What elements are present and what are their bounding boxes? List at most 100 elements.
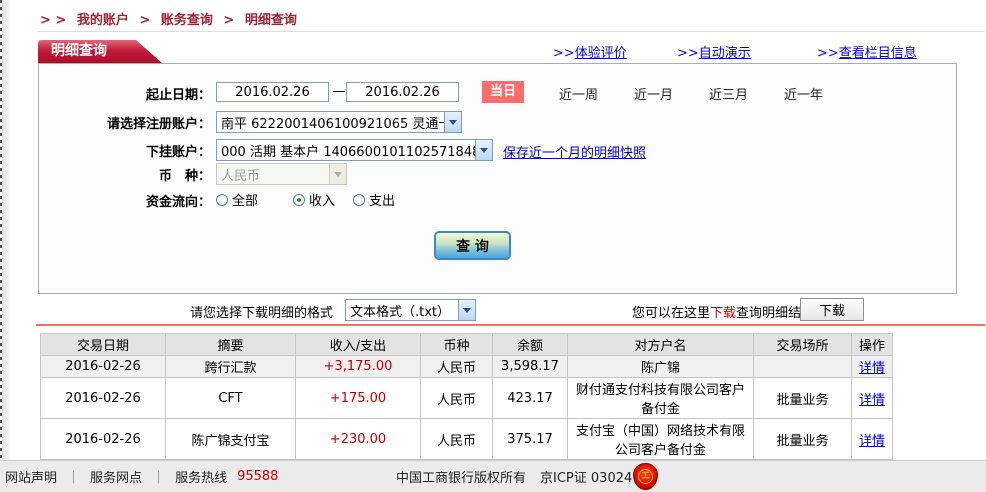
chevron-down-icon[interactable] xyxy=(475,140,492,160)
table-header-row: 交易日期 摘要 收入/支出 币种 余额 对方户名 交易场所 操作 xyxy=(41,334,893,356)
cell-amount: +3,175.00 xyxy=(296,356,421,378)
col-header-currency: 币种 xyxy=(421,334,493,356)
save-monthly-snapshot-link[interactable]: 保存近一个月的明细快照 xyxy=(503,142,646,161)
cell-balance: 3,598.17 xyxy=(493,356,568,378)
cell-counterparty: 陈广锦 xyxy=(568,356,754,378)
date-range-label: 起止日期： xyxy=(39,84,211,103)
service-hotline-number: 95588 xyxy=(237,469,278,484)
sub-account-value: 000 活期 基本户 1406600101102571848 xyxy=(217,141,475,160)
download-hint-link[interactable]: 下载 xyxy=(710,306,736,321)
footer-links: 网站声明 ｜ 服务网点 ｜ 服务热线 95588 xyxy=(5,461,278,492)
download-format-value: 文本格式（.txt） xyxy=(346,301,458,320)
table-row: 2016-02-26 陈广锦支付宝 +230.00 人民币 375.17 支付宝… xyxy=(41,419,893,460)
flow-radio-income-label: 收入 xyxy=(309,190,335,209)
col-header-balance: 余额 xyxy=(493,334,568,356)
quick-range-year-button[interactable]: 近一年 xyxy=(784,84,823,103)
col-header-action: 操作 xyxy=(852,334,893,356)
table-row: 2016-02-26 CFT +175.00 人民币 423.17 财付通支付科… xyxy=(41,378,893,419)
auto-demo-link[interactable]: >>自动演示 xyxy=(677,42,751,61)
detail-link[interactable]: 详情 xyxy=(859,434,885,449)
query-form-panel: 起止日期： — 当日 近一周 近一月 近三月 近一年 请选择注册账户： 南平 6… xyxy=(38,63,957,294)
footer-bar: 网站声明 ｜ 服务网点 ｜ 服务热线 95588 中国工商银行版权所有 京ICP… xyxy=(0,460,986,492)
download-hint-pre: 您可以在这里 xyxy=(632,306,710,321)
link-arrows: >> xyxy=(677,46,699,61)
icbc-seal-icon: 工 xyxy=(633,463,658,490)
cell-amount: +175.00 xyxy=(296,378,421,419)
quick-range-week-button[interactable]: 近一周 xyxy=(559,84,598,103)
flow-radio-expense-label: 支出 xyxy=(369,190,395,209)
view-column-info-link[interactable]: >>查看栏目信息 xyxy=(817,42,917,61)
flow-radio-expense[interactable]: 支出 xyxy=(353,190,395,209)
cell-summary: CFT xyxy=(166,378,296,419)
cell-venue: 批量业务 xyxy=(754,378,852,419)
query-button[interactable]: 查 询 xyxy=(434,231,511,260)
header-divider xyxy=(38,31,985,32)
seal-emblem: 工 xyxy=(638,469,653,484)
radio-icon[interactable] xyxy=(353,194,365,206)
breadcrumb-item-account-query[interactable]: 账务查询 xyxy=(161,13,213,28)
breadcrumb: > > 我的账户 > 账务查询 > 明细查询 xyxy=(40,9,303,28)
cell-balance: 423.17 xyxy=(493,378,568,419)
chevron-down-icon[interactable] xyxy=(444,112,461,132)
radio-icon[interactable] xyxy=(216,194,228,206)
service-outlets-link[interactable]: 服务网点 xyxy=(90,467,142,486)
cell-currency: 人民币 xyxy=(421,419,493,460)
site-statement-link[interactable]: 网站声明 xyxy=(5,467,57,486)
col-header-amount: 收入/支出 xyxy=(296,334,421,356)
cell-venue: 批量业务 xyxy=(754,419,852,460)
date-from-input[interactable] xyxy=(216,82,329,102)
flow-radio-all-label: 全部 xyxy=(232,190,258,209)
cell-amount: +230.00 xyxy=(296,419,421,460)
link-arrows: >> xyxy=(553,46,575,61)
download-button[interactable]: 下载 xyxy=(800,298,864,321)
cell-counterparty: 支付宝（中国）网络技术有限公司客户备付金 xyxy=(568,419,754,460)
tab-detail-query[interactable]: 明细查询 xyxy=(38,40,162,63)
frame-left-shadow xyxy=(2,0,11,460)
registered-account-select[interactable]: 南平 6222001406100921065 灵通卡 xyxy=(216,111,462,133)
detail-query-page: > > 我的账户 > 账务查询 > 明细查询 明细查询 >>体验评价 >>自动演… xyxy=(0,0,986,492)
sub-account-label: 下挂账户： xyxy=(39,141,211,160)
breadcrumb-separator: > xyxy=(139,13,150,28)
radio-icon[interactable] xyxy=(293,194,305,206)
cell-summary: 陈广锦支付宝 xyxy=(166,419,296,460)
currency-select-disabled: 人民币 xyxy=(216,163,347,185)
col-header-summary: 摘要 xyxy=(166,334,296,356)
transactions-table: 交易日期 摘要 收入/支出 币种 余额 对方户名 交易场所 操作 2016-02… xyxy=(40,333,893,460)
flow-radio-income[interactable]: 收入 xyxy=(293,190,335,209)
quick-range-3month-button[interactable]: 近三月 xyxy=(709,84,748,103)
date-range-dash: — xyxy=(332,84,346,99)
registered-account-label: 请选择注册账户： xyxy=(39,113,211,132)
results-divider-line xyxy=(36,324,985,326)
experience-rating-link[interactable]: >>体验评价 xyxy=(553,42,627,61)
cell-balance: 375.17 xyxy=(493,419,568,460)
download-format-select[interactable]: 文本格式（.txt） xyxy=(345,299,476,321)
cell-counterparty: 财付通支付科技有限公司客户备付金 xyxy=(568,378,754,419)
breadcrumb-item-detail-query: 明细查询 xyxy=(245,13,297,28)
cell-currency: 人民币 xyxy=(421,378,493,419)
footer-separator: ｜ xyxy=(152,467,165,486)
sub-account-select[interactable]: 000 活期 基本户 1406600101102571848 xyxy=(216,139,493,161)
currency-value: 人民币 xyxy=(217,165,329,184)
breadcrumb-prefix: > > xyxy=(40,13,66,28)
flow-radio-all[interactable]: 全部 xyxy=(216,190,258,209)
link-arrows: >> xyxy=(817,46,839,61)
copyright-text: 中国工商银行版权所有 xyxy=(396,467,526,486)
cell-currency: 人民币 xyxy=(421,356,493,378)
chevron-down-icon xyxy=(329,164,346,184)
date-to-input[interactable] xyxy=(346,82,459,102)
detail-link[interactable]: 详情 xyxy=(859,361,885,376)
col-header-date: 交易日期 xyxy=(41,334,166,356)
currency-label: 币 种： xyxy=(39,165,211,184)
quick-range-today-button[interactable]: 当日 xyxy=(482,81,524,103)
cell-summary: 跨行汇款 xyxy=(166,356,296,378)
cell-date: 2016-02-26 xyxy=(41,419,166,460)
footer-separator: ｜ xyxy=(67,467,80,486)
col-header-counterparty: 对方户名 xyxy=(568,334,754,356)
chevron-down-icon[interactable] xyxy=(458,300,475,320)
footer-copyright: 中国工商银行版权所有 京ICP证 030247号 xyxy=(396,461,654,492)
service-hotline-label: 服务热线 xyxy=(175,467,227,486)
cell-date: 2016-02-26 xyxy=(41,356,166,378)
detail-link[interactable]: 详情 xyxy=(859,393,885,408)
breadcrumb-item-my-account[interactable]: 我的账户 xyxy=(77,13,129,28)
quick-range-month-button[interactable]: 近一月 xyxy=(634,84,673,103)
